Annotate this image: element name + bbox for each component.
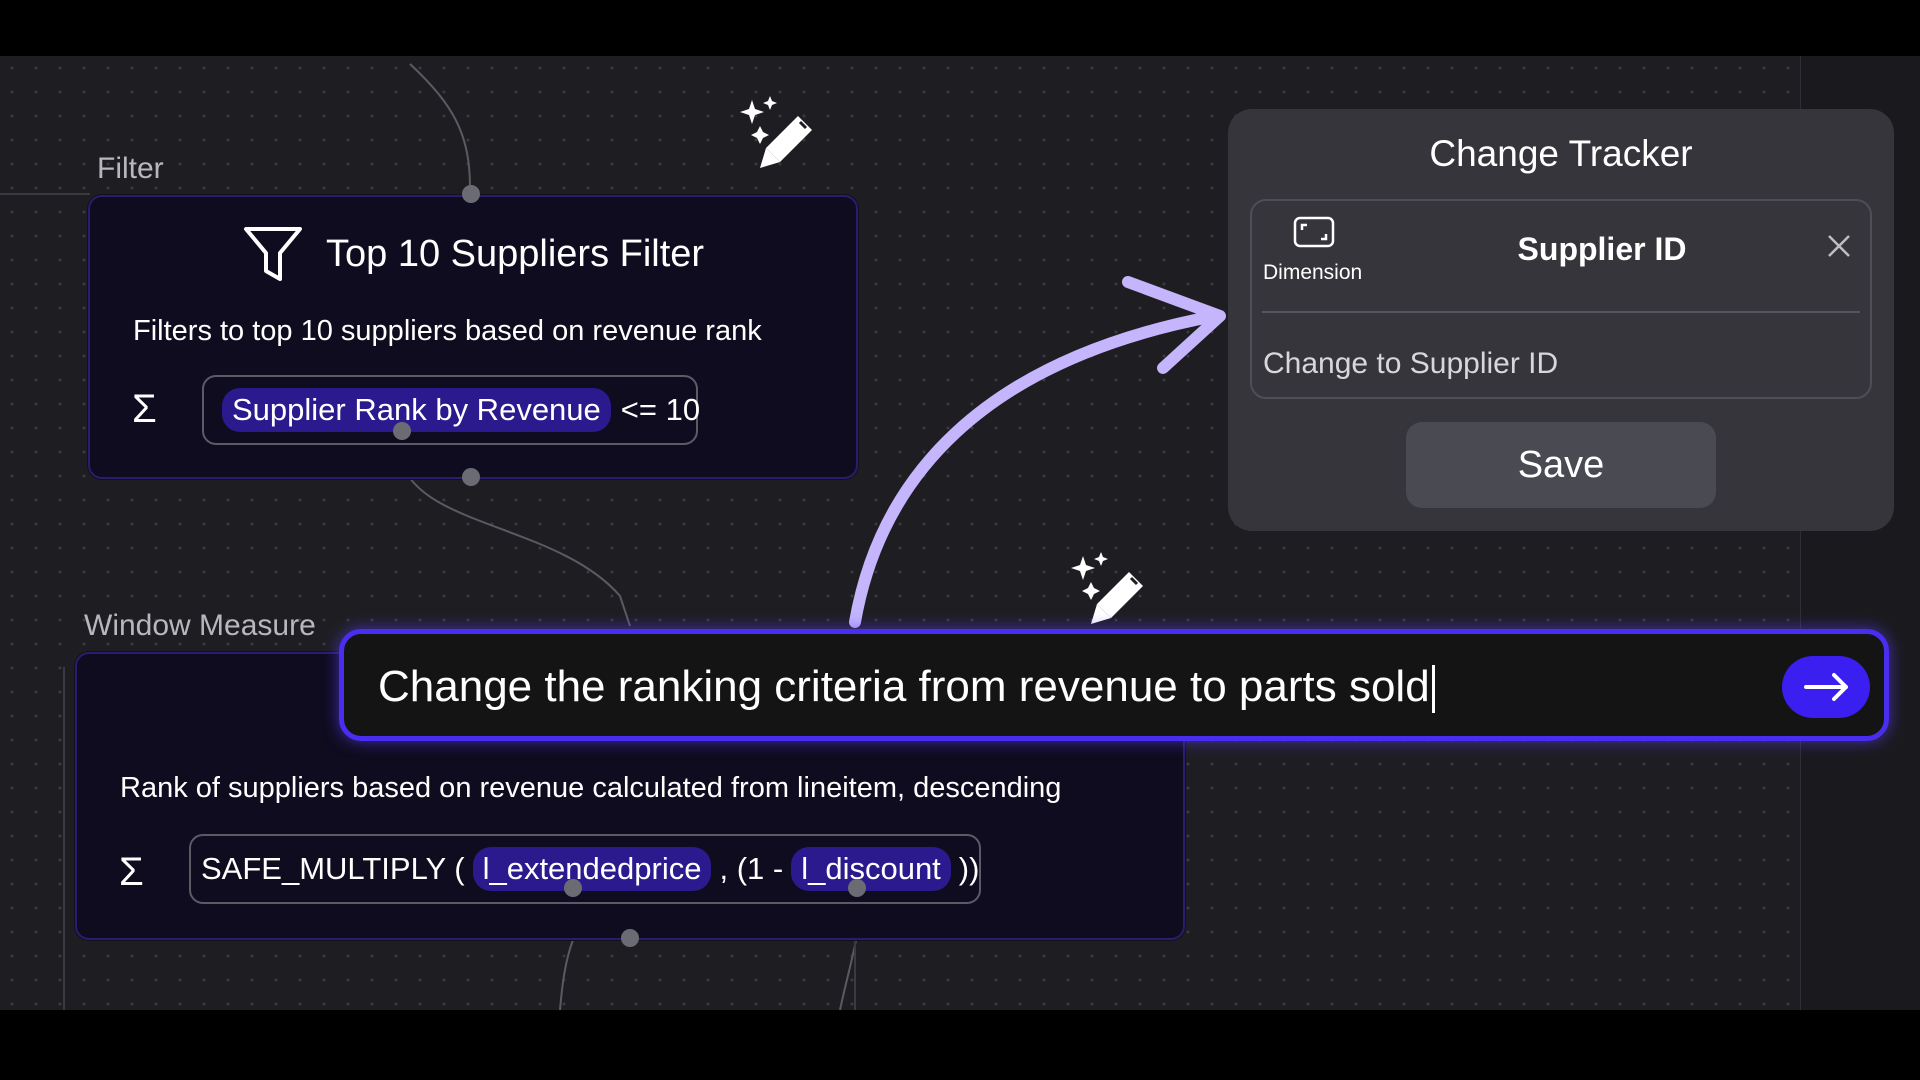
arrow-right-icon — [1804, 673, 1848, 701]
prompt-input[interactable]: Change the ranking criteria from revenue… — [339, 629, 1889, 741]
text-cursor — [1431, 665, 1435, 714]
curved-arrow-icon — [849, 276, 1226, 628]
send-button[interactable] — [1782, 656, 1870, 718]
prompt-text: Change the ranking criteria from revenue… — [378, 662, 1430, 711]
